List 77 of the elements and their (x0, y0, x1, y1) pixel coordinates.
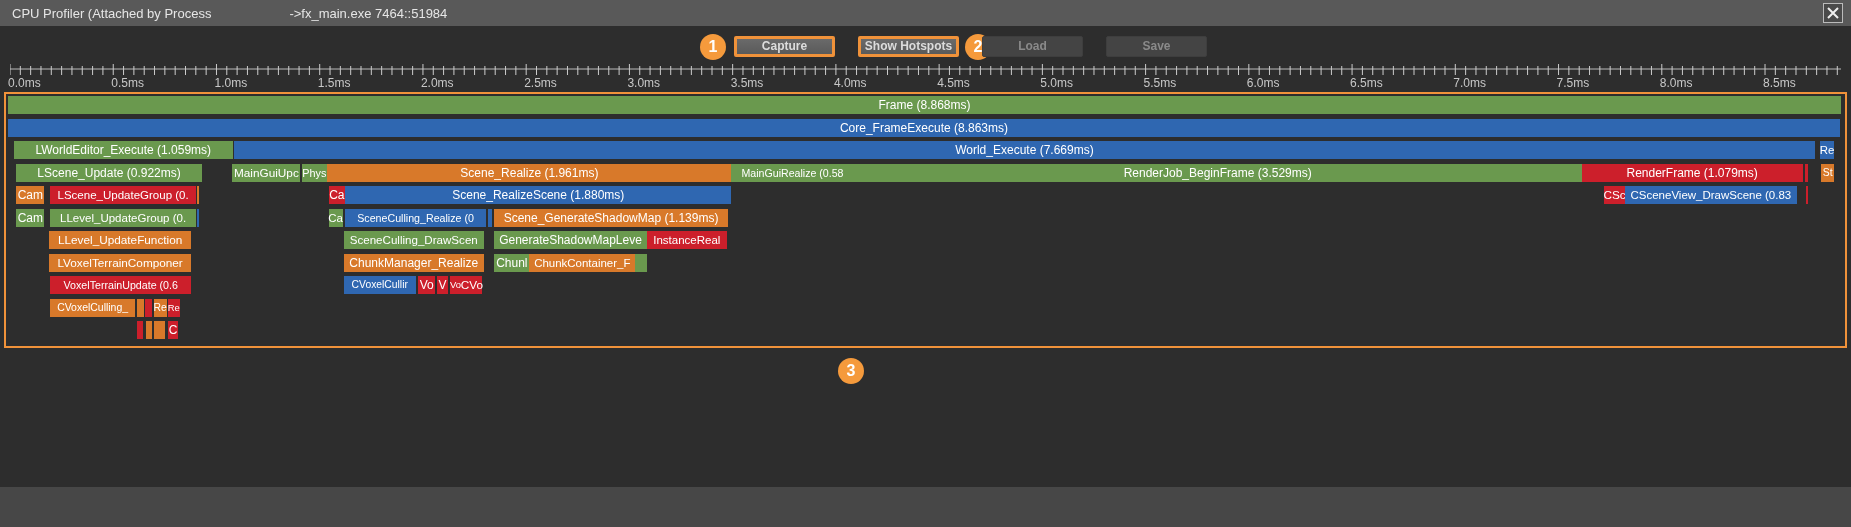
call-bar[interactable]: RenderFrame (1.079ms) (1581, 163, 1803, 182)
callout-number: 3 (838, 358, 864, 384)
call-bar[interactable]: CVoxelCulling_ (50, 298, 135, 317)
call-bar[interactable]: CSceneView_DrawScene (0.83 (1625, 186, 1797, 204)
time-tick-label: 7.5ms (1556, 76, 1590, 90)
call-bar[interactable]: InstanceReal (646, 231, 727, 249)
call-bar[interactable]: Vo (449, 276, 462, 294)
process-name: ->fx_main.exe 7464::51984 (289, 5, 448, 21)
call-bar[interactable]: RenderJob_BeginFrame (3.529ms) (853, 163, 1582, 182)
call-bar[interactable]: World_Execute (7.669ms) (233, 141, 1816, 159)
call-bar[interactable] (1804, 163, 1809, 182)
call-bar[interactable]: St (1821, 163, 1835, 182)
call-bar[interactable]: LWorldEditor_Execute (1.059ms) (13, 141, 233, 159)
time-tick-label: 5.0ms (1040, 76, 1074, 90)
call-bar[interactable] (145, 298, 153, 317)
call-bar[interactable]: LScene_UpdateGroup (0. (50, 186, 196, 204)
call-bar[interactable]: V (436, 276, 449, 294)
time-tick-label: 6.5ms (1350, 76, 1383, 90)
time-tick-label: 7.0ms (1453, 76, 1486, 90)
call-bar[interactable]: CSc (1604, 186, 1626, 204)
time-tick-label: 3.5ms (730, 76, 764, 90)
call-bar[interactable]: MainGuiRealize (0.58 (731, 163, 854, 182)
call-bar[interactable]: Scene_GenerateShadowMap (1.139ms) (494, 208, 728, 227)
call-bar[interactable] (153, 321, 166, 339)
call-bar[interactable]: Re (167, 298, 180, 317)
call-bar[interactable] (197, 186, 200, 204)
call-bar[interactable]: GenerateShadowMapLeve (494, 231, 647, 249)
call-bar[interactable] (137, 298, 145, 317)
call-bar[interactable]: Vo (417, 276, 436, 294)
call-bar[interactable]: VoxelTerrainUpdate (0.6 (50, 276, 192, 294)
call-bar[interactable]: Core_FrameExecute (8.863ms) (8, 118, 1840, 137)
time-tick-label: 0.0ms (8, 76, 41, 90)
call-bar[interactable]: LLevel_UpdateGroup (0. (50, 208, 196, 227)
call-bar[interactable] (146, 321, 153, 339)
call-bar[interactable]: Ca (328, 186, 346, 204)
call-bar[interactable]: Chunl (494, 253, 530, 272)
call-bar[interactable]: ChunkManager_Realize (343, 253, 484, 272)
time-tick-label: 6.0ms (1246, 76, 1280, 90)
close-icon (1827, 7, 1839, 19)
time-tick-label: 8.0ms (1659, 76, 1693, 90)
time-tick-label: 5.5ms (1143, 76, 1177, 90)
call-bar[interactable]: LScene_Update (0.922ms) (16, 163, 202, 182)
call-bar[interactable] (1806, 186, 1809, 204)
time-tick-label: 2.0ms (420, 76, 454, 90)
time-tick-label: 4.0ms (833, 76, 867, 90)
window-title: CPU Profiler (Attached by Process (12, 5, 212, 21)
call-bar[interactable]: Cam (16, 186, 45, 204)
call-bar[interactable]: Frame (8.868ms) (8, 96, 1841, 114)
time-tick-label: 1.5ms (317, 76, 351, 90)
call-bar[interactable]: SceneCulling_DrawScen (343, 231, 484, 249)
time-tick-label: 2.5ms (524, 76, 557, 90)
callout-number: 1 (700, 33, 726, 60)
time-tick-label: 1.0ms (214, 76, 248, 90)
toolbar-button[interactable]: Capture (734, 35, 835, 57)
call-bar[interactable] (635, 253, 647, 272)
call-bar[interactable]: Re (1820, 141, 1835, 159)
call-bar[interactable]: Cam (16, 208, 45, 227)
call-bar[interactable]: ChunkContainer_F (529, 253, 636, 272)
call-bar[interactable]: C (167, 321, 179, 339)
call-bar[interactable]: CVoxelCullir (343, 276, 416, 294)
time-tick-label: 4.5ms (937, 76, 970, 90)
call-bar[interactable]: Scene_RealizeScene (1.880ms) (345, 186, 732, 204)
toolbar-button[interactable]: Show Hotspots (858, 35, 959, 57)
call-bar[interactable] (488, 208, 492, 227)
call-bar[interactable]: Scene_Realize (1.961ms) (327, 163, 732, 182)
time-tick-label: 8.5ms (1763, 76, 1796, 90)
call-bar[interactable]: LVoxelTerrainComponer (49, 253, 192, 272)
time-tick-label: 3.0ms (627, 76, 661, 90)
call-bar[interactable]: LLevel_UpdateFunction (49, 231, 192, 249)
call-bar[interactable]: MainGuiUpc (232, 163, 301, 182)
call-bar[interactable]: Re (153, 298, 167, 317)
call-bar[interactable]: SceneCulling_Realize (0 (345, 208, 487, 227)
call-bar[interactable]: Ca (328, 208, 343, 227)
call-bar[interactable]: Phys (301, 163, 328, 182)
time-tick-label: 0.5ms (111, 76, 144, 90)
call-bar[interactable] (197, 208, 200, 227)
close-button[interactable] (1823, 3, 1843, 23)
